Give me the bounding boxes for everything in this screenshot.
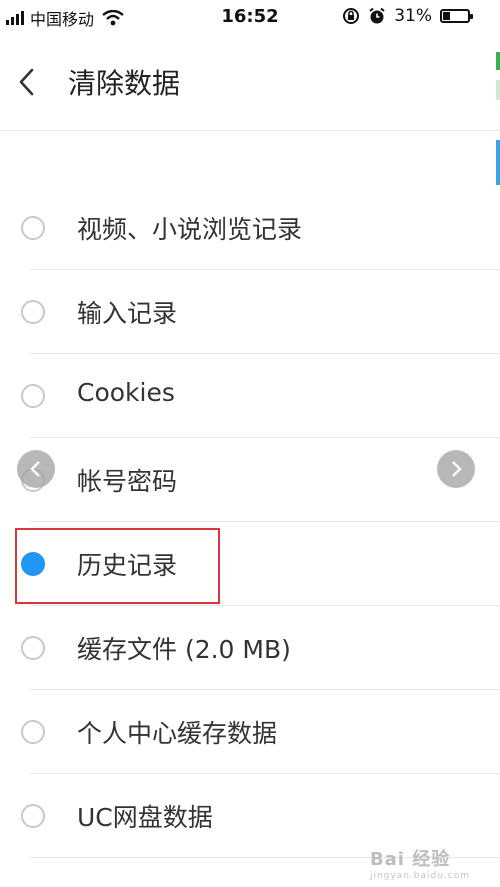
alarm-icon: [369, 7, 385, 24]
option-account-passwords[interactable]: 帐号密码: [0, 438, 500, 522]
watermark: Bai 经验 jingyan.baidu.com: [370, 845, 470, 881]
radio-button[interactable]: [21, 720, 45, 744]
option-cookies[interactable]: Cookies: [0, 354, 500, 438]
option-label: 个人中心缓存数据: [77, 719, 278, 748]
chevron-left-icon: [19, 68, 34, 96]
watermark-text: Bai 经验: [369, 849, 451, 870]
option-label: Cookies: [77, 378, 175, 407]
edge-strip-green: [496, 52, 500, 70]
option-input-history[interactable]: 输入记录: [0, 270, 500, 354]
highlight-annotation-box: [15, 528, 220, 604]
page-title: 清除数据: [68, 67, 181, 100]
radio-button[interactable]: [21, 384, 45, 408]
option-label: 缓存文件 (2.0 MB): [77, 635, 291, 664]
option-label: 视频、小说浏览记录: [77, 215, 303, 244]
option-cache-files[interactable]: 缓存文件 (2.0 MB): [0, 606, 500, 690]
radio-button[interactable]: [21, 300, 45, 324]
chevron-left-icon: [30, 461, 40, 477]
option-video-novel-history[interactable]: 视频、小说浏览记录: [0, 186, 500, 270]
radio-button[interactable]: [21, 804, 45, 828]
nav-bar: 清除数据: [0, 34, 500, 131]
status-right: 31%: [342, 6, 473, 26]
back-button[interactable]: [12, 64, 42, 100]
battery-percent: 31%: [394, 6, 432, 26]
gallery-next-button[interactable]: [437, 450, 475, 488]
battery-icon: [440, 9, 473, 23]
gallery-prev-button[interactable]: [17, 450, 55, 488]
option-label: UC网盘数据: [77, 803, 213, 832]
edge-strip-blue: [496, 140, 500, 185]
watermark-url: jingyan.baidu.com: [369, 871, 470, 881]
edge-strip-light: [496, 80, 500, 100]
rotation-lock-icon: [343, 8, 360, 24]
option-label: 输入记录: [77, 299, 178, 328]
chevron-right-icon: [452, 461, 462, 477]
radio-button[interactable]: [21, 216, 45, 240]
option-label: 帐号密码: [77, 467, 178, 496]
radio-button[interactable]: [21, 636, 45, 660]
status-bar: 中国移动 16:52 31%: [0, 0, 500, 34]
option-personal-center-cache[interactable]: 个人中心缓存数据: [0, 690, 500, 774]
